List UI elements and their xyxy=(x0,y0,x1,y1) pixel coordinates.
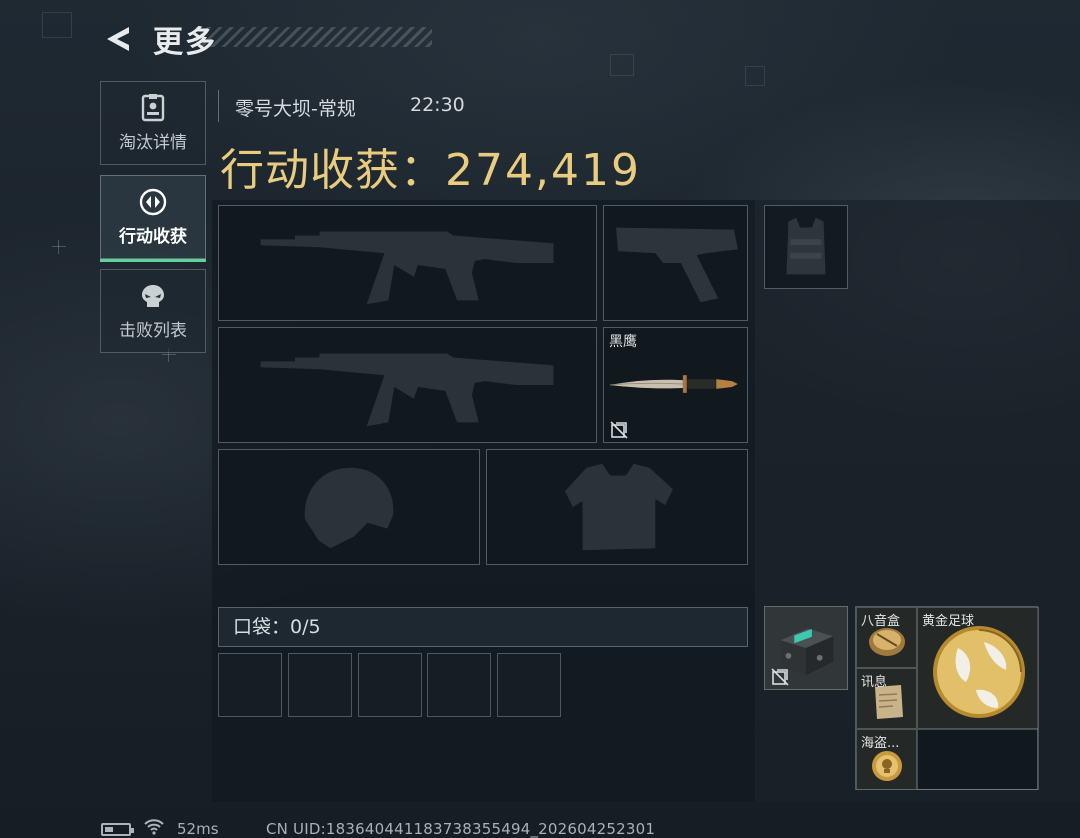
pocket-slot[interactable] xyxy=(218,653,282,717)
pocket-slot[interactable] xyxy=(358,653,422,717)
tab-label: 击败列表 xyxy=(119,320,187,341)
tab-label: 行动收获 xyxy=(119,226,187,247)
harvest-total: 行动收获：274,419 xyxy=(220,134,641,198)
slot-primary-weapon-1[interactable] xyxy=(218,205,597,321)
title-stripes xyxy=(196,27,432,47)
pocket-slot[interactable] xyxy=(497,653,561,717)
map-name: 零号大坝-常规 xyxy=(235,98,356,120)
decor-square xyxy=(745,66,765,86)
item-name: 海盗... xyxy=(861,736,900,751)
assault-rifle-icon xyxy=(260,231,554,305)
tab-defeat-list[interactable]: 击败列表 xyxy=(100,269,206,353)
page-title: 更多 xyxy=(153,25,217,60)
match-time: 22:30 xyxy=(410,94,465,116)
chest-rig-icon xyxy=(786,217,826,275)
body-armor-icon xyxy=(564,463,674,551)
harvest-label: 行动收获： xyxy=(220,145,445,196)
wifi-icon xyxy=(144,819,164,835)
skull-icon xyxy=(142,284,164,307)
ping-value: 52ms xyxy=(177,820,219,838)
item-name: 八音盒 xyxy=(861,614,901,629)
item-name: 黄金足球 xyxy=(922,614,975,629)
unbound-icon xyxy=(610,421,628,439)
id-card-icon xyxy=(141,93,165,121)
back-chevron-icon xyxy=(107,27,129,51)
pocket-header[interactable]: 口袋：0/5 xyxy=(218,607,748,647)
unbound-icon xyxy=(771,668,789,686)
helmet-icon xyxy=(304,467,394,549)
slot-chest-rig[interactable] xyxy=(764,205,848,289)
info-divider xyxy=(218,90,219,122)
decor-square xyxy=(610,54,634,76)
backpack-grid: 八音盒 讯息 海盗... 黄金足球 xyxy=(855,606,1039,790)
user-uid: CN UID:183640441183738355494_20260425230… xyxy=(266,820,656,838)
loot-item[interactable]: 海盗... xyxy=(856,729,917,790)
item-name: 讯息 xyxy=(861,675,888,690)
pocket-slot[interactable] xyxy=(427,653,491,717)
slot-helmet[interactable] xyxy=(218,449,480,565)
slot-body-armor[interactable] xyxy=(486,449,748,565)
slot-backpack[interactable] xyxy=(764,606,848,690)
assault-rifle-icon xyxy=(260,353,554,427)
loot-icon xyxy=(139,188,167,215)
tab-elimination-details[interactable]: 淘汰详情 xyxy=(100,81,206,165)
tab-label: 淘汰详情 xyxy=(119,132,187,153)
harvest-value: 274,419 xyxy=(445,145,641,196)
pocket-slot[interactable] xyxy=(288,653,352,717)
loot-item[interactable]: 八音盒 xyxy=(856,607,917,668)
empty-grid-cell xyxy=(917,729,1039,790)
back-button[interactable] xyxy=(98,22,138,56)
battery-icon xyxy=(101,823,134,836)
pocket-label: 口袋： xyxy=(233,616,291,638)
decor-square xyxy=(42,12,72,38)
loot-item[interactable]: 讯息 xyxy=(856,668,917,729)
pistol-icon xyxy=(616,227,738,303)
tab-action-harvest[interactable]: 行动收获 xyxy=(100,175,206,262)
pocket-count: 0/5 xyxy=(290,616,321,638)
slot-primary-weapon-2[interactable] xyxy=(218,327,597,443)
slot-melee[interactable]: 黑鹰 xyxy=(603,327,748,443)
slot-pistol[interactable] xyxy=(603,205,748,321)
loot-item[interactable]: 黄金足球 xyxy=(917,607,1039,729)
decor-crosshair xyxy=(52,240,66,254)
